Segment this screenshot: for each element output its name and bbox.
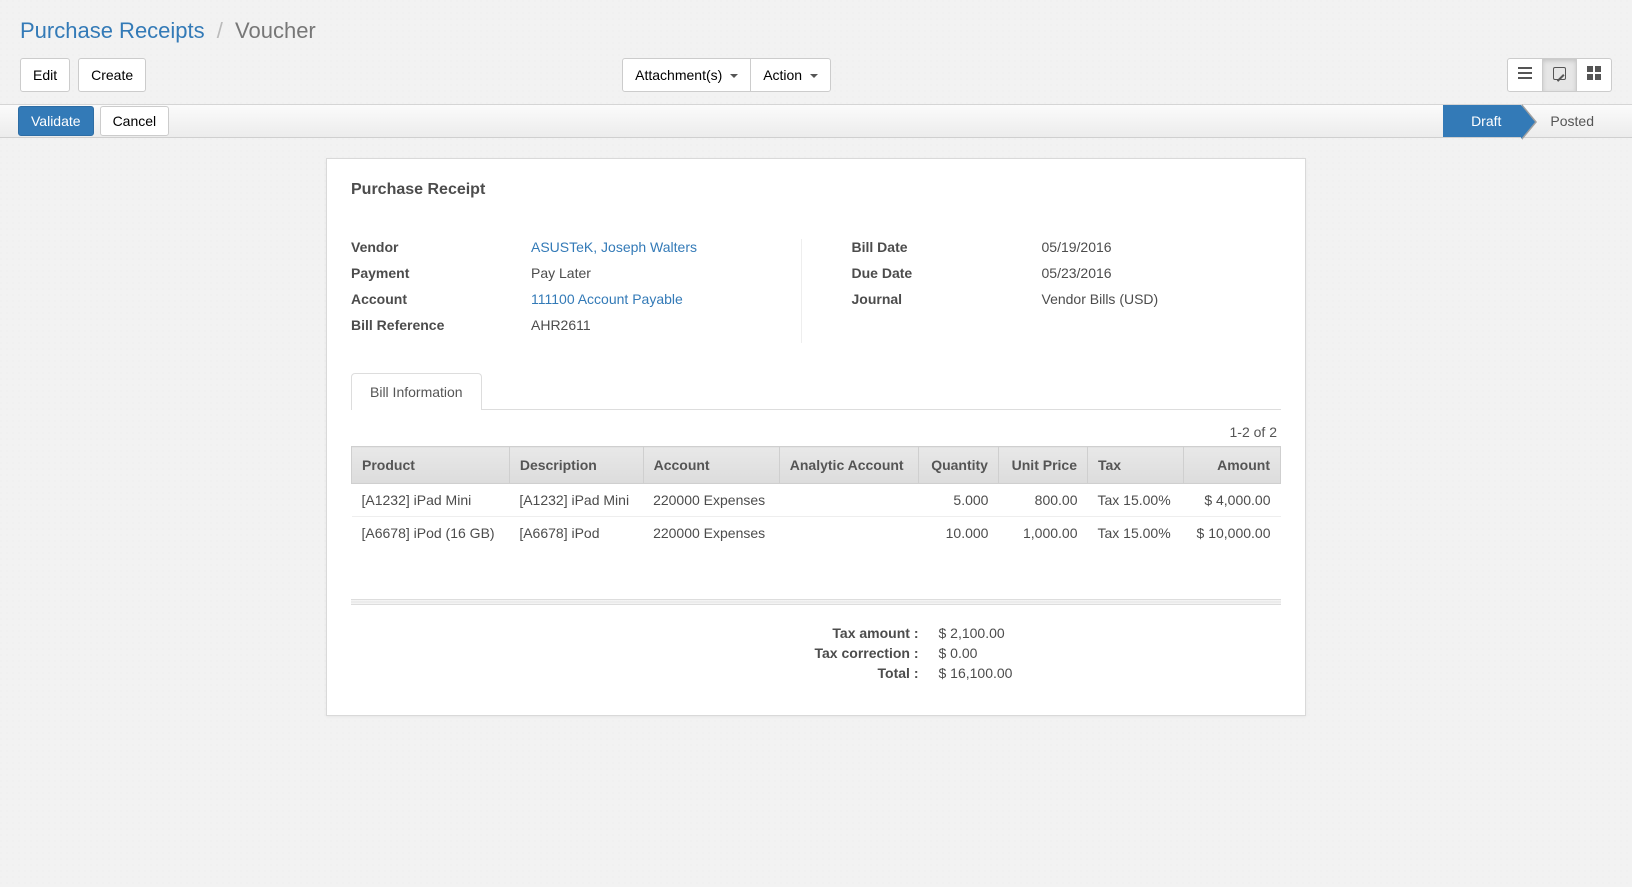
table-row[interactable]: [A1232] iPad Mini[A1232] iPad Mini220000…: [352, 484, 1281, 517]
col-quantity[interactable]: Quantity: [918, 447, 998, 484]
lines-table: Product Description Account Analytic Acc…: [351, 446, 1281, 549]
col-account[interactable]: Account: [643, 447, 779, 484]
action-dropdown[interactable]: Action: [750, 58, 831, 92]
create-button[interactable]: Create: [78, 58, 146, 92]
cell-amount: $ 10,000.00: [1184, 517, 1281, 550]
statusbar: Validate Cancel Draft Posted: [0, 104, 1632, 138]
attachments-action-group: Attachment(s) Action: [622, 58, 831, 92]
attachments-label: Attachment(s): [635, 67, 722, 83]
col-description[interactable]: Description: [509, 447, 643, 484]
cell-unit-price: 800.00: [998, 484, 1087, 517]
view-switcher: [1507, 58, 1612, 92]
value-payment: Pay Later: [531, 265, 781, 281]
list-icon: [1518, 66, 1532, 80]
cell-quantity: 5.000: [918, 484, 998, 517]
cell-tax: Tax 15.00%: [1088, 484, 1184, 517]
form-icon: [1553, 67, 1566, 80]
value-bill-reference: AHR2611: [531, 317, 781, 333]
breadcrumb-root[interactable]: Purchase Receipts: [20, 18, 205, 43]
label-bill-reference: Bill Reference: [351, 317, 531, 333]
cell-product: [A6678] iPod (16 GB): [352, 517, 510, 550]
label-journal: Journal: [852, 291, 1042, 307]
value-tax-correction: $ 0.00: [939, 645, 1049, 661]
label-tax-correction: Tax correction :: [719, 645, 919, 661]
value-vendor[interactable]: ASUSTeK, Joseph Walters: [531, 239, 697, 255]
cell-description: [A1232] iPad Mini: [509, 484, 643, 517]
label-payment: Payment: [351, 265, 531, 281]
form-view-button[interactable]: [1542, 58, 1577, 92]
value-tax-amount: $ 2,100.00: [939, 625, 1049, 641]
status-draft[interactable]: Draft: [1443, 105, 1521, 137]
action-label: Action: [763, 67, 802, 83]
caret-down-icon: [810, 74, 818, 78]
cell-analytic: [779, 517, 918, 550]
label-vendor: Vendor: [351, 239, 531, 255]
cell-amount: $ 4,000.00: [1184, 484, 1281, 517]
cancel-button[interactable]: Cancel: [100, 106, 170, 136]
cell-account: 220000 Expenses: [643, 517, 779, 550]
label-tax-amount: Tax amount :: [719, 625, 919, 641]
col-analytic-account[interactable]: Analytic Account: [779, 447, 918, 484]
kanban-icon: [1587, 66, 1601, 80]
breadcrumb-current: Voucher: [235, 18, 316, 43]
cell-tax: Tax 15.00%: [1088, 517, 1184, 550]
label-account: Account: [351, 291, 531, 307]
cell-quantity: 10.000: [918, 517, 998, 550]
value-due-date: 05/23/2016: [1042, 265, 1282, 281]
col-amount[interactable]: Amount: [1184, 447, 1281, 484]
table-row[interactable]: [A6678] iPod (16 GB)[A6678] iPod220000 E…: [352, 517, 1281, 550]
col-product[interactable]: Product: [352, 447, 510, 484]
page-title: Purchase Receipt: [351, 181, 1281, 199]
breadcrumb: Purchase Receipts / Voucher: [20, 18, 1612, 44]
table-pager: 1-2 of 2: [351, 424, 1277, 440]
col-unit-price[interactable]: Unit Price: [998, 447, 1087, 484]
label-total: Total :: [719, 665, 919, 681]
cell-unit-price: 1,000.00: [998, 517, 1087, 550]
edit-button[interactable]: Edit: [20, 58, 70, 92]
value-journal: Vendor Bills (USD): [1042, 291, 1282, 307]
cell-account: 220000 Expenses: [643, 484, 779, 517]
cell-product: [A1232] iPad Mini: [352, 484, 510, 517]
cell-analytic: [779, 484, 918, 517]
form-sheet: Purchase Receipt Vendor ASUSTeK, Joseph …: [326, 158, 1306, 716]
list-view-button[interactable]: [1507, 58, 1543, 92]
label-bill-date: Bill Date: [852, 239, 1042, 255]
tab-bill-information[interactable]: Bill Information: [351, 373, 482, 410]
caret-down-icon: [730, 74, 738, 78]
totals-block: Tax amount : $ 2,100.00 Tax correction :…: [584, 625, 1049, 681]
validate-button[interactable]: Validate: [18, 106, 94, 136]
attachments-dropdown[interactable]: Attachment(s): [622, 58, 751, 92]
kanban-view-button[interactable]: [1576, 58, 1612, 92]
value-bill-date: 05/19/2016: [1042, 239, 1282, 255]
breadcrumb-separator: /: [217, 18, 223, 43]
label-due-date: Due Date: [852, 265, 1042, 281]
section-divider: [351, 599, 1281, 605]
col-tax[interactable]: Tax: [1088, 447, 1184, 484]
value-account[interactable]: 111100 Account Payable: [531, 291, 683, 307]
value-total: $ 16,100.00: [939, 665, 1049, 681]
cell-description: [A6678] iPod: [509, 517, 643, 550]
